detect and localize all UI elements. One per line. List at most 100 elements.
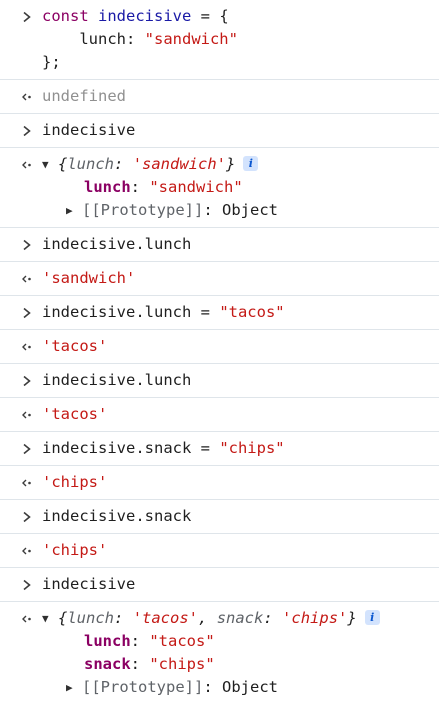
token: indecisive (98, 7, 192, 25)
console-input-entry[interactable]: indecisive.lunch = "tacos" (0, 296, 439, 330)
code-line: lunch: "sandwich" (42, 28, 439, 51)
code-line: 'chips' (42, 471, 439, 494)
colon: : (130, 655, 150, 673)
property-value: "tacos" (149, 632, 215, 650)
token: indecisive (42, 575, 136, 593)
token: lunch: (42, 30, 145, 48)
chevron-right-icon (20, 233, 34, 256)
console-input-entry[interactable]: indecisive (0, 568, 439, 602)
return-arrow-icon (20, 539, 34, 562)
property-key: lunch (84, 178, 131, 196)
property-key: snack (84, 655, 131, 673)
token: } (347, 609, 357, 627)
token: lunch (67, 609, 115, 627)
token: snack (216, 609, 264, 627)
console-input-entry[interactable]: indecisive.snack = "chips" (0, 432, 439, 466)
devtools-console: const indecisive = { lunch: "sandwich"};… (0, 0, 439, 704)
token: indecisive.snack (42, 507, 192, 525)
code-line: indecisive (42, 573, 439, 596)
token: 'tacos' (42, 337, 108, 355)
code-line: undefined (42, 85, 439, 108)
chevron-right-icon (20, 119, 34, 142)
console-output-entry[interactable]: 'chips' (0, 466, 439, 500)
object-summary[interactable]: ▼ {lunch: 'tacos', snack: 'chips'} i (42, 607, 439, 630)
code-line: indecisive.lunch (42, 369, 439, 392)
object-summary[interactable]: ▼ {lunch: 'sandwich'} i (42, 153, 439, 176)
return-arrow-icon (20, 267, 34, 290)
token: = { (191, 7, 229, 25)
token: 'chips' (42, 473, 108, 491)
console-output-entry[interactable]: 'tacos' (0, 398, 439, 432)
token: 'sandwich' (42, 269, 136, 287)
token: indecisive.lunch (42, 235, 192, 253)
token: "sandwich" (144, 30, 238, 48)
code-line: indecisive.lunch = "tacos" (42, 301, 439, 324)
console-input-entry[interactable]: const indecisive = { lunch: "sandwich"}; (0, 0, 439, 80)
token: : (114, 155, 133, 173)
token: "tacos" (219, 303, 285, 321)
console-object-entry[interactable]: ▼ {lunch: 'tacos', snack: 'chips'} i lunch:… (0, 602, 439, 704)
token: indecisive.lunch (42, 371, 192, 389)
token: 'chips' (42, 541, 108, 559)
token: 'tacos' (42, 405, 108, 423)
console-input-entry[interactable]: indecisive.lunch (0, 228, 439, 262)
chevron-right-icon (20, 505, 34, 528)
token: indecisive.lunch = (42, 303, 220, 321)
property-value: "sandwich" (149, 178, 243, 196)
console-output-entry[interactable]: 'tacos' (0, 330, 439, 364)
code-line: indecisive.snack (42, 505, 439, 528)
console-object-entry[interactable]: ▼ {lunch: 'sandwich'} i lunch: "sandwich" ▶[… (0, 148, 439, 228)
token: lunch (67, 155, 115, 173)
prototype-row[interactable]: ▶ [[Prototype]]: Object (42, 199, 439, 222)
code-line: }; (42, 51, 439, 74)
info-icon[interactable]: i (243, 156, 259, 171)
token: { (58, 155, 68, 173)
code-line: indecisive.lunch (42, 233, 439, 256)
chevron-right-icon (20, 301, 34, 324)
return-arrow-icon (20, 153, 34, 176)
console-output-entry[interactable]: 'chips' (0, 534, 439, 568)
token: 'tacos' (132, 609, 199, 627)
token: } (226, 155, 236, 173)
property-value: "chips" (149, 655, 215, 673)
prototype-label: [[Prototype]]: Object (82, 678, 278, 696)
return-arrow-icon (20, 85, 34, 108)
console-input-entry[interactable]: indecisive (0, 114, 439, 148)
return-arrow-icon (20, 607, 34, 630)
chevron-right-icon (20, 437, 34, 460)
triangle-right-icon[interactable]: ▶ (66, 199, 82, 222)
token: const (42, 7, 89, 25)
console-input-entry[interactable]: indecisive.lunch (0, 364, 439, 398)
token: }; (42, 53, 61, 71)
token: { (58, 609, 68, 627)
chevron-right-icon (20, 573, 34, 596)
property-key: lunch (84, 632, 131, 650)
console-input-entry[interactable]: indecisive.snack (0, 500, 439, 534)
chevron-right-icon (20, 5, 34, 28)
code-line: 'tacos' (42, 403, 439, 426)
token: indecisive (42, 121, 136, 139)
triangle-down-icon[interactable]: ▼ (42, 153, 58, 176)
code-line: const indecisive = { (42, 5, 439, 28)
token: 'sandwich' (132, 155, 227, 173)
prototype-row[interactable]: ▶ [[Prototype]]: Object (42, 676, 439, 699)
code-line: indecisive (42, 119, 439, 142)
prototype-label: [[Prototype]]: Object (82, 201, 278, 219)
colon: : (130, 632, 150, 650)
object-property: lunch: "sandwich" (42, 176, 439, 199)
token: "chips" (219, 439, 285, 457)
console-output-entry[interactable]: undefined (0, 80, 439, 114)
return-arrow-icon (20, 471, 34, 494)
console-output-entry[interactable]: 'sandwich' (0, 262, 439, 296)
info-icon[interactable]: i (364, 610, 380, 625)
code-line: 'chips' (42, 539, 439, 562)
code-line: 'sandwich' (42, 267, 439, 290)
triangle-down-icon[interactable]: ▼ (42, 607, 58, 630)
code-line: indecisive.snack = "chips" (42, 437, 439, 460)
code-line: 'tacos' (42, 335, 439, 358)
token: : (263, 609, 283, 627)
triangle-right-icon[interactable]: ▶ (66, 676, 82, 699)
token: : (114, 609, 133, 627)
token: , (198, 609, 217, 627)
